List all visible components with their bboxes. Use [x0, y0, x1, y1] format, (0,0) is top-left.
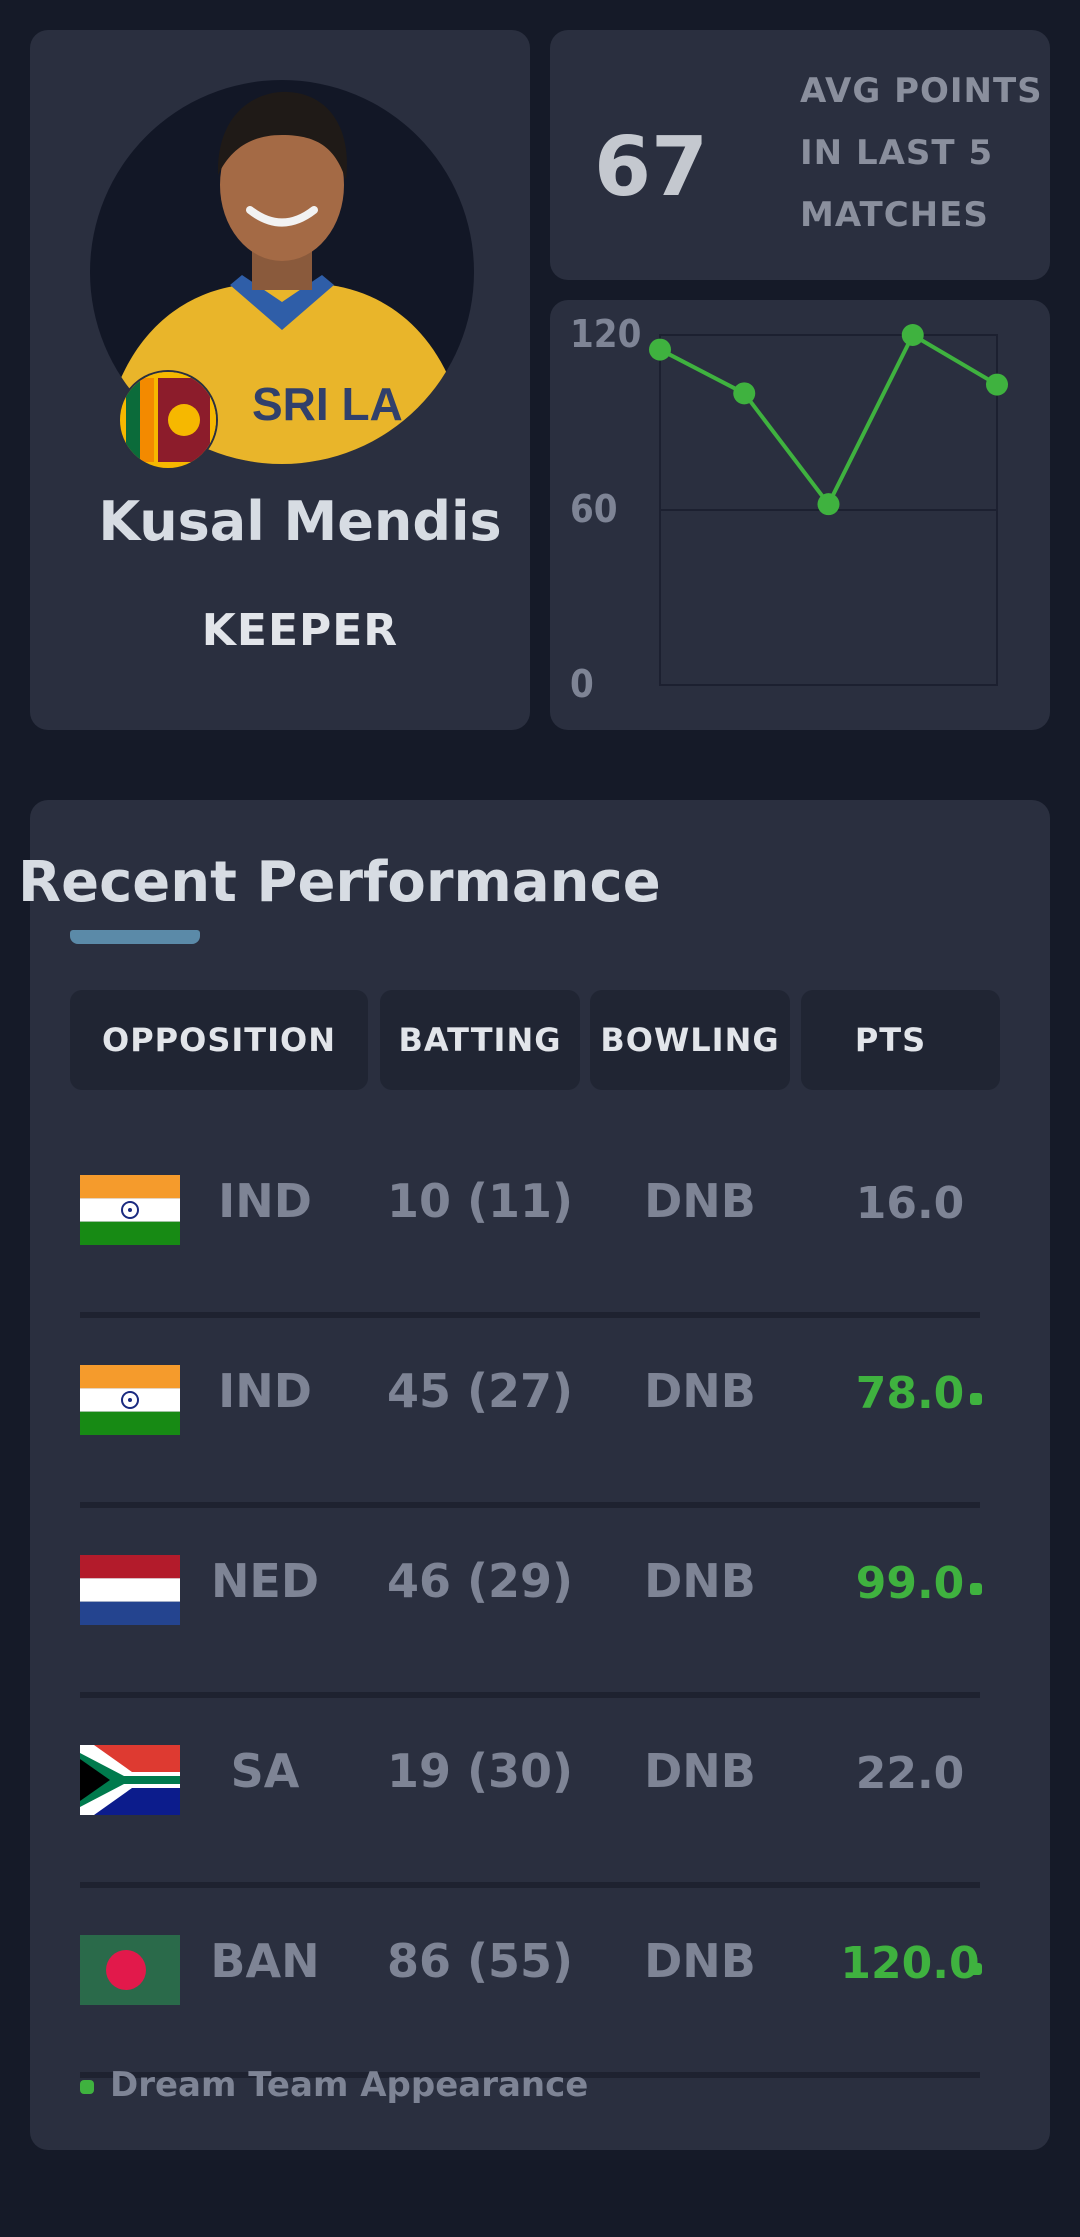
row-divider [80, 1312, 980, 1318]
team-name: BAN [210, 1934, 320, 1988]
south-africa-flag-icon [80, 1745, 180, 1815]
y-tick-label: 60 [570, 487, 618, 531]
row-divider [80, 1882, 980, 1888]
section-title: Recent Performance [18, 850, 661, 915]
avg-label-line-3: MATCHES [800, 195, 989, 235]
dream-team-legend: Dream Team Appearance [110, 2065, 589, 2105]
batting-score: 86 (55) [386, 1934, 574, 1988]
table-row[interactable]: BAN 86 (55) DNB 120.0 [30, 1890, 1050, 2080]
avg-label-line-1: AVG POINTS [800, 71, 1043, 111]
data-point [733, 382, 756, 405]
header-pts[interactable]: PTS [801, 990, 1000, 1090]
avg-points-card: 67 AVG POINTS IN LAST 5 MATCHES [550, 30, 1050, 280]
header-batting[interactable]: BATTING [380, 990, 580, 1090]
trend-line [659, 333, 999, 507]
dream-team-indicator [970, 1583, 982, 1595]
data-point [901, 324, 924, 346]
points-value: 16.0 [855, 1178, 965, 1229]
title-underline [70, 930, 200, 944]
bangladesh-flag-icon [80, 1935, 180, 2005]
batting-score: 46 (29) [386, 1554, 574, 1608]
y-tick-label: 120 [570, 312, 641, 356]
dream-team-legend-dot [80, 2080, 94, 2094]
points-trend-card: 120 60 0 [550, 300, 1050, 730]
team-name: IND [218, 1364, 312, 1418]
team-name: NED [210, 1554, 320, 1608]
bowling-figures: DNB [644, 1554, 756, 1608]
bowling-figures: DNB [644, 1744, 756, 1798]
bowling-figures: DNB [644, 1174, 756, 1228]
row-divider [80, 1502, 980, 1508]
data-point [649, 338, 671, 361]
table-row[interactable]: IND 45 (27) DNB 78.0 [30, 1320, 1050, 1510]
data-point [817, 493, 840, 516]
y-tick-label: 0 [570, 662, 594, 706]
team-name: SA [230, 1744, 300, 1798]
player-name: Kusal Mendis [98, 490, 502, 553]
data-point [986, 373, 1008, 396]
dream-team-indicator [970, 1393, 982, 1405]
india-flag-icon [80, 1175, 180, 1245]
player-role: KEEPER [201, 605, 399, 656]
team-name: IND [218, 1174, 312, 1228]
table-row[interactable]: IND 10 (11) DNB 16.0 [30, 1130, 1050, 1320]
batting-score: 19 (30) [386, 1744, 574, 1798]
bowling-figures: DNB [644, 1364, 756, 1418]
jersey-text: SRI LA [252, 378, 403, 430]
india-flag-icon [80, 1365, 180, 1435]
batting-score: 10 (11) [386, 1174, 574, 1228]
header-opposition[interactable]: OPPOSITION [70, 990, 368, 1090]
recent-performance-card: Recent Performance OPPOSITION BATTING BO… [18, 800, 1050, 2150]
points-trend-chart: 120 60 0 [570, 312, 1008, 706]
batting-score: 45 (27) [386, 1364, 574, 1418]
points-value: 22.0 [855, 1748, 965, 1799]
header-bowling[interactable]: BOWLING [590, 990, 790, 1090]
row-divider [80, 1692, 980, 1698]
netherlands-flag-icon [80, 1555, 180, 1625]
player-profile-card: SRI LA Kusal Mendis KEEPER [30, 30, 530, 730]
table-row[interactable]: NED 46 (29) DNB 99.0 [30, 1510, 1050, 1700]
dream-team-indicator [970, 1963, 982, 1975]
avg-points-value: 67 [594, 120, 709, 215]
avg-label-line-2: IN LAST 5 [800, 133, 994, 173]
bowling-figures: DNB [644, 1934, 756, 1988]
sri-lanka-flag-icon [120, 372, 216, 468]
table-row[interactable]: SA 19 (30) DNB 22.0 [30, 1700, 1050, 1890]
avg-points-label: AVG POINTS IN LAST 5 MATCHES [800, 60, 1060, 246]
